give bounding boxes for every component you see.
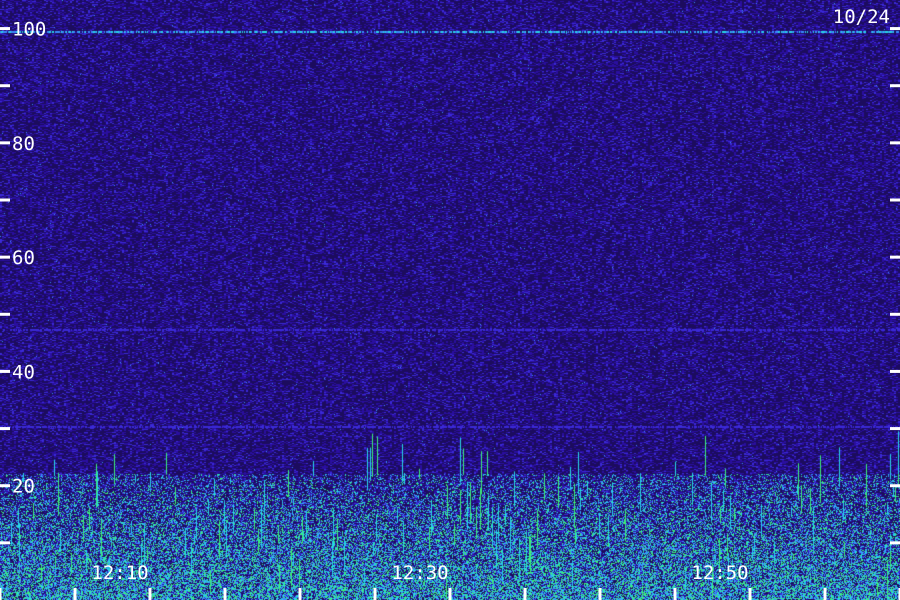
y-axis: 20 40 60 80 100 xyxy=(0,19,900,545)
y-tick-label: 80 xyxy=(12,133,35,155)
y-tick-label: 40 xyxy=(12,361,35,383)
x-tick-label: 12:30 xyxy=(391,562,448,584)
y-tick-label: 60 xyxy=(12,247,35,269)
spectrogram-axes: 10/24 20 40 60 80 100 12:10 12:30 12:50 xyxy=(0,6,900,600)
date-label: 10/24 xyxy=(833,6,890,28)
x-tick-label: 12:50 xyxy=(691,562,748,584)
y-tick-label: 100 xyxy=(12,19,46,41)
spectrogram: 10/24 20 40 60 80 100 12:10 12:30 12:50 xyxy=(0,0,900,600)
x-axis: 12:10 12:30 12:50 xyxy=(0,562,900,600)
x-tick-label: 12:10 xyxy=(91,562,148,584)
y-tick-label: 20 xyxy=(12,476,35,498)
